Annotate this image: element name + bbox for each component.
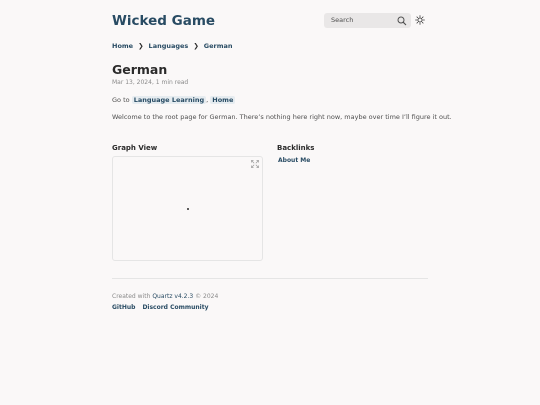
search-icon <box>397 16 407 26</box>
footer-link-discord[interactable]: Discord Community <box>142 304 208 311</box>
site-title-link[interactable]: Wicked Game <box>112 11 215 31</box>
goto-prefix: Go to <box>112 96 130 104</box>
backlink-about-me[interactable]: About Me <box>278 156 310 166</box>
article-body: Welcome to the root page for German. The… <box>112 113 452 121</box>
article-date: Mar 13, 2024 <box>112 79 152 86</box>
article-meta: Mar 13, 2024, 1 min read <box>112 79 189 86</box>
goto-separator: , <box>206 96 209 104</box>
expand-icon[interactable] <box>251 160 259 168</box>
breadcrumb-separator: ❯ <box>193 42 199 50</box>
sun-icon[interactable] <box>415 15 425 25</box>
graph-node-current[interactable] <box>187 208 189 210</box>
goto-line: Go to Language Learning, Home <box>112 95 236 106</box>
reading-time: 1 min read <box>155 79 189 86</box>
link-home[interactable]: Home <box>210 96 236 104</box>
breadcrumb-german[interactable]: German <box>204 42 233 50</box>
breadcrumb-languages[interactable]: Languages <box>149 42 189 50</box>
page-title: German <box>112 62 168 77</box>
link-language-learning[interactable]: Language Learning <box>131 96 207 104</box>
footer-link-github[interactable]: GitHub <box>112 304 135 311</box>
footer-divider <box>112 278 428 279</box>
search-placeholder: Search <box>331 16 354 24</box>
quartz-link[interactable]: Quartz v4.2.3 <box>152 293 193 300</box>
footer-links: GitHub Discord Community <box>112 303 215 313</box>
graph-view-heading: Graph View <box>112 144 158 152</box>
footer-credit: Created with Quartz v4.2.3 © 2024 <box>112 292 218 302</box>
breadcrumb-home[interactable]: Home <box>112 42 133 50</box>
breadcrumb-separator: ❯ <box>138 42 144 50</box>
graph-view[interactable] <box>112 156 263 261</box>
backlinks-heading: Backlinks <box>277 144 315 152</box>
search-bar[interactable]: Search <box>324 13 411 28</box>
breadcrumb: Home ❯ Languages ❯ German <box>112 40 233 52</box>
header: Wicked Game Search <box>112 11 428 31</box>
footer-copyright: © 2024 <box>195 293 219 300</box>
footer-created-prefix: Created with <box>112 293 151 300</box>
page: Wicked Game Search Home ❯ Languages ❯ Germ <box>0 0 540 405</box>
